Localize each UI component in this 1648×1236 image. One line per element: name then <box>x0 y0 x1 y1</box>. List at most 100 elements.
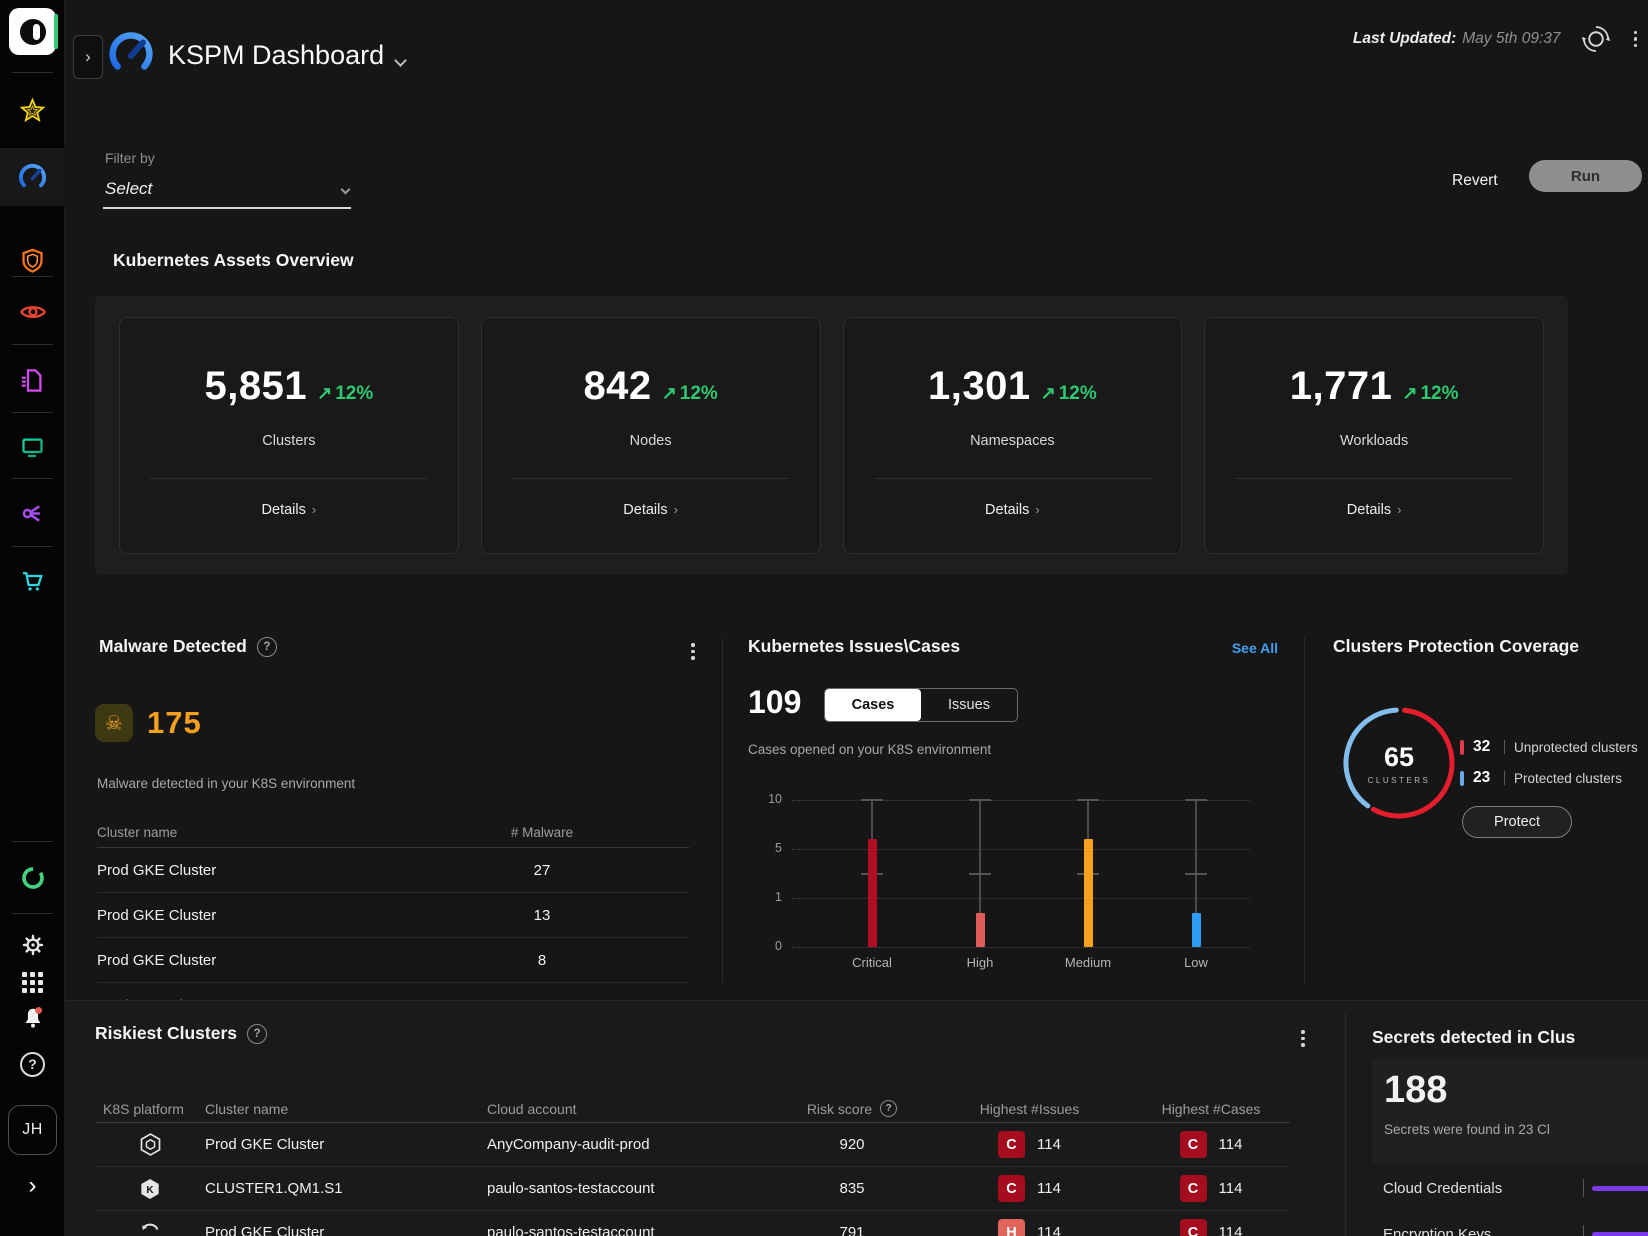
x-axis-label: Critical <box>827 955 917 970</box>
stat-card-nodes: 842 ↗12% Nodes Details› <box>481 317 821 554</box>
table-row[interactable]: Prod GKE Cluster paulo-santos-testaccoun… <box>95 1211 1290 1236</box>
malware-table: Cluster name# Malware Prod GKE Cluster27… <box>97 818 689 1000</box>
table-row[interactable]: K CLUSTER1.QM1.S1 paulo-santos-testaccou… <box>95 1167 1290 1211</box>
details-link[interactable]: Details› <box>1347 502 1402 518</box>
app-logo[interactable] <box>9 8 56 55</box>
sidebar-item-workstation[interactable] <box>0 419 65 475</box>
cases-cell: C114 <box>1132 1131 1290 1158</box>
divider <box>1583 1225 1584 1236</box>
severity-badge: C <box>998 1131 1025 1158</box>
secrets-count: 188 <box>1384 1069 1648 1112</box>
divider <box>1304 638 1305 983</box>
cases-subtitle: Cases opened on your K8S environment <box>748 742 991 757</box>
sidebar: ? JH › <box>0 0 65 1236</box>
riskiest-table-header: K8S platform Cluster name Cloud account … <box>95 1095 1290 1123</box>
sidebar-expand-button[interactable]: › <box>0 1165 65 1207</box>
kspm-header-logo <box>108 31 154 82</box>
dashboard-switcher[interactable] <box>396 52 405 70</box>
secrets-bar <box>1592 1186 1648 1191</box>
refresh-icon[interactable] <box>1581 24 1611 54</box>
malware-menu-kebab[interactable] <box>688 640 698 663</box>
filter-select[interactable]: Select <box>103 176 351 209</box>
sidebar-item-kspm[interactable] <box>0 148 65 206</box>
stat-value: 5,851 <box>205 364 308 409</box>
sidebar-item-help[interactable]: ? <box>0 1043 65 1085</box>
gke-platform-icon <box>95 1132 205 1157</box>
kubernetes-platform-icon: K <box>95 1177 205 1201</box>
severity-bar-medium <box>1084 839 1093 947</box>
trend-up-icon: ↗ <box>1041 383 1056 403</box>
cases-cell: C114 <box>1132 1219 1290 1236</box>
gridline <box>792 898 1250 899</box>
gridline <box>792 849 1250 850</box>
whisker-cap <box>1185 873 1207 875</box>
riskiest-menu-kebab[interactable] <box>1298 1027 1308 1050</box>
sidebar-item-status-ring[interactable] <box>0 850 65 906</box>
middle-widgets-band: Malware Detected? ☠ 175 Malware detected… <box>0 600 1648 1000</box>
help-icon[interactable]: ? <box>880 1100 897 1117</box>
run-button[interactable]: Run <box>1529 160 1642 192</box>
details-link[interactable]: Details› <box>262 502 317 518</box>
sidebar-item-marketplace[interactable] <box>0 552 65 608</box>
help-icon[interactable]: ? <box>257 637 277 657</box>
sidebar-item-reports[interactable] <box>0 352 65 408</box>
header-menu-kebab[interactable] <box>1631 28 1641 51</box>
avatar[interactable]: JH <box>8 1105 57 1155</box>
divider <box>12 913 53 914</box>
divider <box>1504 771 1505 785</box>
details-link[interactable]: Details› <box>985 502 1040 518</box>
cart-icon <box>19 567 46 594</box>
divider <box>12 344 53 345</box>
divider <box>512 478 789 479</box>
issues-cases-chart: 01510CriticalHighMediumLow <box>748 790 1250 978</box>
sidebar-item-shield[interactable] <box>0 232 65 288</box>
chevron-right-icon: › <box>674 502 678 517</box>
list-item[interactable]: Encryption Keys <box>1383 1225 1648 1236</box>
table-row[interactable]: Prod GKE Cluster27 <box>97 848 689 893</box>
sidebar-item-connections[interactable] <box>0 485 65 541</box>
cases-issues-toggle: Cases Issues <box>824 688 1018 722</box>
monitor-icon <box>19 434 46 461</box>
last-updated: Last Updated:May 5th 09:37 <box>1353 30 1561 48</box>
shield-icon <box>19 247 46 274</box>
bell-icon <box>20 1005 46 1031</box>
see-all-link[interactable]: See All <box>1206 640 1278 656</box>
issues-cell: C114 <box>927 1131 1132 1158</box>
toggle-cases[interactable]: Cases <box>825 689 921 721</box>
table-row[interactable]: Prod GKE Cluster7 <box>97 983 689 1000</box>
table-row[interactable]: Prod GKE Cluster8 <box>97 938 689 983</box>
sidebar-item-settings[interactable] <box>0 924 65 966</box>
chevron-right-icon: › <box>1397 502 1401 517</box>
issues-cell: H114 <box>927 1219 1132 1236</box>
sidebar-item-favorites[interactable] <box>0 82 65 138</box>
sidebar-item-visibility[interactable] <box>0 284 65 340</box>
apps-grid-icon <box>22 972 43 993</box>
avatar-initials: JH <box>22 1121 43 1139</box>
divider <box>1504 740 1505 754</box>
divider <box>874 478 1151 479</box>
legend-item-protected: 23 Protected clusters <box>1460 769 1638 787</box>
protection-donut-chart: 65 CLUSTERS <box>1339 703 1459 823</box>
chevron-right-icon: › <box>312 502 316 517</box>
divider <box>1345 1011 1346 1236</box>
sidebar-item-notifications[interactable] <box>0 997 65 1039</box>
panel-collapse-button[interactable]: › <box>73 35 103 79</box>
stat-label: Nodes <box>630 433 672 449</box>
stat-card-clusters: 5,851 ↗12% Clusters Details› <box>119 317 459 554</box>
y-axis-tick: 0 <box>748 939 782 953</box>
stat-value: 1,771 <box>1290 364 1393 409</box>
table-row[interactable]: Prod GKE Cluster AnyCompany-audit-prod 9… <box>95 1123 1290 1167</box>
list-item[interactable]: Cloud Credentials <box>1383 1179 1648 1197</box>
details-link[interactable]: Details› <box>623 502 678 518</box>
secrets-bar <box>1592 1232 1648 1236</box>
revert-button[interactable]: Revert <box>1444 168 1506 194</box>
help-icon[interactable]: ? <box>247 1024 267 1044</box>
table-row[interactable]: Prod GKE Cluster13 <box>97 893 689 938</box>
toggle-issues[interactable]: Issues <box>921 689 1017 721</box>
stat-card-workloads: 1,771 ↗12% Workloads Details› <box>1204 317 1544 554</box>
orca-logo-icon <box>20 19 46 45</box>
y-axis-tick: 1 <box>748 890 782 904</box>
divider <box>12 72 53 73</box>
cases-cell: C114 <box>1132 1175 1290 1202</box>
protect-button[interactable]: Protect <box>1462 806 1572 838</box>
